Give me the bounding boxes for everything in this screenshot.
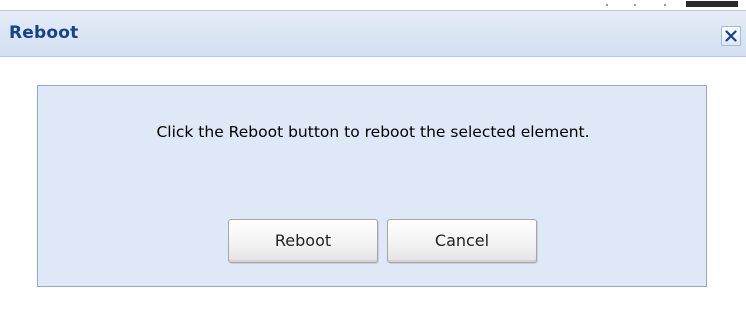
message-panel: Click the Reboot button to reboot the se… bbox=[37, 85, 707, 287]
dialog-title: Reboot bbox=[9, 23, 79, 43]
reboot-button[interactable]: Reboot bbox=[228, 219, 378, 263]
cancel-button[interactable]: Cancel bbox=[387, 219, 537, 263]
dialog-titlebar[interactable]: Reboot bbox=[0, 10, 746, 57]
background-window-fragment bbox=[600, 0, 746, 10]
dialog-body: Click the Reboot button to reboot the se… bbox=[0, 57, 746, 314]
dialog-message: Click the Reboot button to reboot the se… bbox=[156, 123, 590, 141]
reboot-dialog: Reboot Click the Reboot button to reboot… bbox=[0, 0, 746, 314]
close-button[interactable] bbox=[721, 26, 741, 46]
